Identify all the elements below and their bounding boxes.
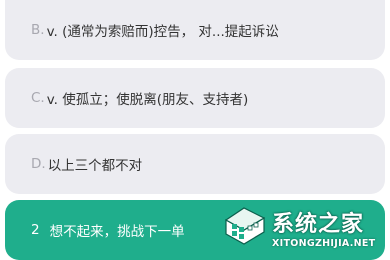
- option-b-letter: B.: [31, 22, 45, 38]
- skip-challenge-label: 想不起来，挑战下一单: [49, 224, 185, 240]
- option-c-letter: C.: [31, 90, 45, 106]
- option-c[interactable]: C. v. 使孤立；使脱离(朋友、支持者): [5, 68, 385, 128]
- skip-count: 2: [31, 222, 40, 238]
- option-c-text: v. 使孤立；使脱离(朋友、支持者): [46, 92, 249, 108]
- option-d-text: 以上三个都不对: [47, 158, 143, 174]
- watermark-url: XITONGZHIJIA.NET: [272, 238, 376, 249]
- quiz-page: B. v. (通常为索赔而)控告， 对...提起诉讼 C. v. 使孤立；使脱离…: [0, 0, 390, 260]
- option-b[interactable]: B. v. (通常为索赔而)控告， 对...提起诉讼: [5, 0, 385, 60]
- watermark-logo-icon: [224, 207, 266, 245]
- watermark-title: 系统之家: [272, 212, 365, 237]
- option-d-letter: D.: [31, 156, 46, 172]
- site-watermark: 系统之家 XITONGZHIJIA.NET: [222, 204, 388, 258]
- option-b-text: v. (通常为索赔而)控告， 对...提起诉讼: [46, 24, 279, 40]
- option-d[interactable]: D. 以上三个都不对: [5, 134, 385, 194]
